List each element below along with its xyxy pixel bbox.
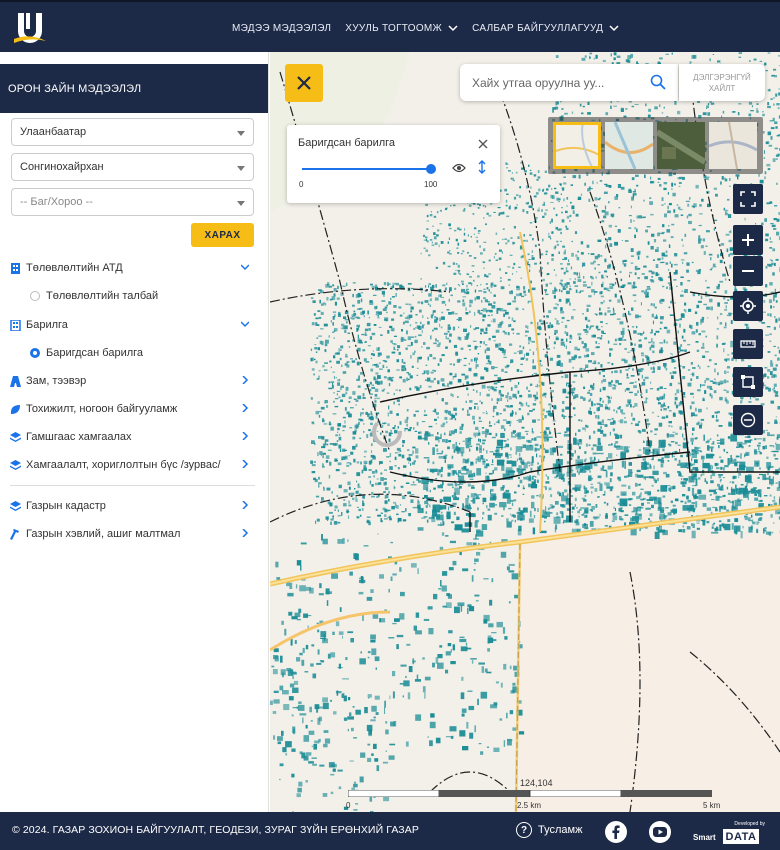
layer-cadastre[interactable]: Газрын кадастр — [10, 496, 255, 516]
plus-icon — [742, 234, 754, 246]
chevron-down-icon — [241, 321, 249, 328]
fullscreen-button[interactable] — [733, 184, 763, 214]
layer-opacity-panel: Баригдсан барилга 0 100 — [287, 125, 500, 203]
chevron-right-icon — [242, 460, 249, 468]
measure-area-button[interactable] — [733, 367, 763, 397]
layer-roads[interactable]: Зам, тээвэр — [10, 371, 255, 391]
minus-icon — [742, 270, 754, 272]
nav-laws[interactable]: ХУУЛЬ ТОГТООМЖ — [345, 23, 458, 34]
locate-icon — [740, 298, 756, 314]
chevron-right-icon — [242, 432, 249, 440]
clear-button[interactable] — [733, 405, 763, 435]
opacity-slider-handle[interactable] — [426, 164, 436, 174]
road-icon — [10, 375, 21, 387]
main-nav: МЭДЭЭ МЭДЭЭЛЭЛ ХУУЛЬ ТОГТООМЖ САЛБАР БАЙ… — [232, 2, 619, 54]
reorder-icon[interactable] — [477, 160, 487, 174]
sublayer-planning-area[interactable]: Төлөвлөлтийн талбай — [30, 286, 158, 306]
zoom-in-button[interactable] — [733, 225, 763, 255]
close-panel-button[interactable] — [285, 64, 323, 102]
layer-buildings[interactable]: Барилга — [10, 315, 255, 335]
sidebar-title: ОРОН ЗАЙН МЭДЭЭЛЭЛ — [0, 64, 268, 113]
sidebar: ОРОН ЗАЙН МЭДЭЭЛЭЛ Улаанбаатар Сонгиноха… — [0, 52, 269, 812]
basemap-street[interactable] — [605, 122, 653, 169]
chevron-down-icon — [241, 264, 249, 271]
divider — [10, 485, 255, 486]
advanced-search-button[interactable]: ДЭЛГЭРЭНГҮЙ ХАЙЛТ — [679, 64, 765, 101]
youtube-icon[interactable] — [649, 821, 671, 843]
basemap-light[interactable] — [553, 122, 601, 169]
logo-icon[interactable] — [12, 9, 48, 47]
chevron-down-icon — [448, 25, 458, 32]
layer-panel-title: Баригдсан барилга — [298, 137, 396, 149]
zoom-out-button[interactable] — [733, 256, 763, 286]
basemap-topo[interactable] — [709, 122, 757, 169]
opacity-slider-track[interactable] — [302, 168, 430, 170]
radio-button[interactable] — [30, 291, 40, 301]
footer: © 2024. ГАЗАР ЗОХИОН БАЙГУУЛАЛТ, ГЕОДЕЗИ… — [0, 812, 780, 850]
khoroo-select[interactable]: -- Баг/Хороо -- — [11, 188, 254, 216]
caret-down-icon — [237, 201, 245, 206]
scale-label-max: 5 km — [703, 801, 721, 810]
fullscreen-icon — [740, 191, 756, 207]
view-button[interactable]: ХАРАХ — [191, 223, 254, 247]
nav-news[interactable]: МЭДЭЭ МЭДЭЭЛЭЛ — [232, 23, 331, 34]
chevron-right-icon — [242, 501, 249, 509]
leaf-icon — [10, 404, 20, 414]
layer-greenery[interactable]: Тохижилт, ногоон байгууламж — [10, 399, 255, 419]
hammer-icon — [10, 528, 19, 540]
ruler-icon — [740, 340, 756, 348]
search-box — [460, 64, 678, 101]
caret-down-icon — [237, 166, 245, 171]
layers-icon — [10, 500, 21, 511]
facebook-icon[interactable] — [605, 821, 627, 843]
top-navbar: МЭДЭЭ МЭДЭЭЛЭЛ ХУУЛЬ ТОГТООМЖ САЛБАР БАЙ… — [0, 0, 780, 52]
area-icon — [741, 375, 755, 389]
help-icon: ? — [516, 822, 532, 838]
search-input[interactable] — [472, 75, 642, 90]
clear-icon — [740, 412, 756, 428]
close-icon — [297, 76, 311, 90]
chevron-right-icon — [242, 529, 249, 537]
sublayer-built-buildings[interactable]: Баригдсан барилга — [30, 343, 143, 363]
radio-button[interactable] — [30, 348, 40, 358]
chevron-right-icon — [242, 404, 249, 412]
district-select[interactable]: Сонгинохайрхан — [11, 153, 254, 181]
scale-label-min: 0 — [346, 801, 351, 810]
slider-max-label: 100 — [424, 180, 438, 189]
layer-disaster[interactable]: Гамшгаас хамгаалах — [10, 427, 255, 447]
copyright-text: © 2024. ГАЗАР ЗОХИОН БАЙГУУЛАЛТ, ГЕОДЕЗИ… — [12, 824, 419, 836]
eye-icon[interactable] — [452, 162, 466, 174]
basemap-satellite[interactable] — [657, 122, 705, 169]
smartdata-logo[interactable]: Developed by Smart DATA — [693, 821, 765, 848]
nav-agencies[interactable]: САЛБАР БАЙГУУЛЛАГУУД — [472, 23, 619, 34]
chevron-right-icon — [242, 376, 249, 384]
layer-protection-zone[interactable]: Хамгаалалт, хориглолтын бүс /зурвас/ — [10, 455, 255, 475]
close-icon[interactable] — [478, 139, 488, 149]
layer-mining[interactable]: Газрын хэвлий, ашиг малтмал — [10, 524, 255, 544]
city-select[interactable]: Улаанбаатар — [11, 118, 254, 146]
basemap-switcher — [548, 117, 763, 174]
scale-bar — [348, 790, 712, 797]
building-plan-icon — [11, 262, 20, 274]
measure-distance-button[interactable] — [733, 329, 763, 359]
slider-min-label: 0 — [299, 180, 304, 189]
search-icon[interactable] — [650, 74, 666, 90]
help-link[interactable]: ? Тусламж — [516, 822, 582, 838]
layer-planning[interactable]: Төлөвлөлтийн АТД — [10, 258, 255, 278]
building-icon — [10, 319, 21, 331]
layers-icon — [10, 431, 21, 442]
caret-down-icon — [237, 131, 245, 136]
chevron-down-icon — [609, 25, 619, 32]
coordinate-readout: 124,104 — [520, 778, 553, 788]
locate-button[interactable] — [733, 291, 763, 321]
layers-icon — [10, 459, 21, 470]
scale-label-mid: 2.5 km — [517, 801, 542, 810]
